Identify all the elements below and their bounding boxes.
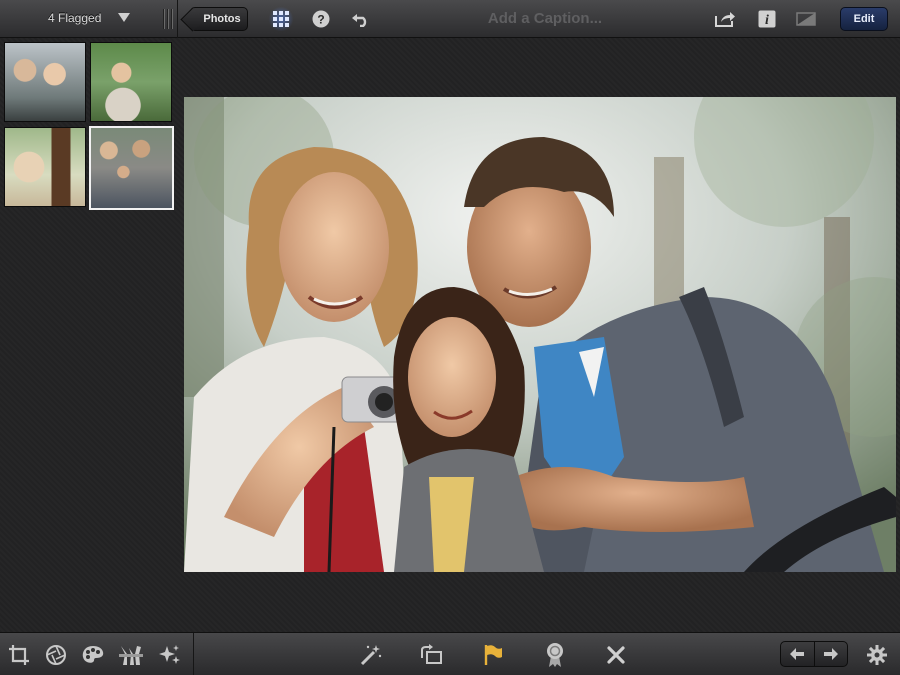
brushes-button[interactable]: [118, 642, 144, 668]
settings-button[interactable]: [864, 642, 890, 668]
favorite-button[interactable]: [542, 642, 568, 668]
arrow-right-icon: [823, 648, 838, 660]
next-photo-button[interactable]: [815, 642, 848, 666]
sparkle-icon: [159, 645, 180, 664]
crop-button[interactable]: [6, 642, 32, 668]
thumbnail-family-with-camera[interactable]: [89, 126, 174, 210]
caption-field[interactable]: Add a Caption...: [450, 10, 640, 27]
compare-button[interactable]: [793, 7, 819, 31]
palette-icon: [82, 646, 104, 663]
triangle-down-icon[interactable]: [118, 13, 130, 22]
photo-navigation: [780, 641, 848, 667]
compare-icon: [796, 12, 816, 26]
crop-icon: [9, 645, 29, 665]
bottom-toolbar: [0, 632, 900, 675]
exposure-button[interactable]: [43, 642, 69, 668]
undo-icon: [352, 14, 367, 27]
photos-back-button[interactable]: Photos: [190, 7, 248, 31]
thumbnail-girl-in-hammock[interactable]: [4, 127, 86, 207]
effects-button[interactable]: [157, 642, 183, 668]
question-icon: ?: [312, 10, 330, 28]
arrow-left-icon: [790, 648, 805, 660]
share-button[interactable]: [712, 7, 738, 31]
magic-wand-icon: [360, 645, 382, 666]
family-photo-image: [184, 97, 896, 572]
grid-icon: [273, 11, 289, 27]
info-button[interactable]: i: [754, 7, 780, 31]
gear-icon: [867, 645, 887, 665]
thumbnail-girl-with-camera[interactable]: [90, 42, 172, 122]
album-selector[interactable]: 4 Flagged: [0, 0, 178, 38]
top-toolbar: 4 Flagged Photos ? Add a Caption... i Ed…: [0, 0, 900, 38]
color-button[interactable]: [80, 642, 106, 668]
previous-photo-button[interactable]: [781, 642, 815, 666]
svg-text:?: ?: [317, 13, 324, 27]
edit-tools-group: [0, 633, 194, 675]
ribbon-icon: [547, 643, 563, 667]
help-button[interactable]: ?: [308, 7, 334, 31]
auto-enhance-button[interactable]: [358, 642, 384, 668]
photo-editor-app: 4 Flagged Photos ? Add a Caption... i Ed…: [0, 0, 900, 675]
aperture-icon: [46, 645, 66, 665]
x-icon: [607, 646, 625, 664]
back-button-label: Photos: [203, 13, 241, 25]
flag-icon: [484, 645, 502, 665]
undo-button[interactable]: [348, 7, 374, 31]
svg-text:i: i: [765, 13, 769, 28]
main-photo[interactable]: [184, 97, 896, 572]
thumbnail-child-with-grandmother[interactable]: [4, 42, 86, 122]
rotate-button[interactable]: [418, 642, 444, 668]
flag-button[interactable]: [480, 642, 506, 668]
rotate-icon: [421, 644, 442, 664]
grid-button[interactable]: [268, 7, 294, 31]
hide-button[interactable]: [603, 642, 629, 668]
info-icon: i: [758, 10, 776, 28]
panel-grip-handle[interactable]: [163, 9, 173, 29]
album-title[interactable]: 4 Flagged: [48, 11, 101, 25]
share-icon: [715, 12, 735, 27]
edit-button[interactable]: Edit: [840, 7, 888, 31]
brushes-icon: [119, 646, 143, 665]
